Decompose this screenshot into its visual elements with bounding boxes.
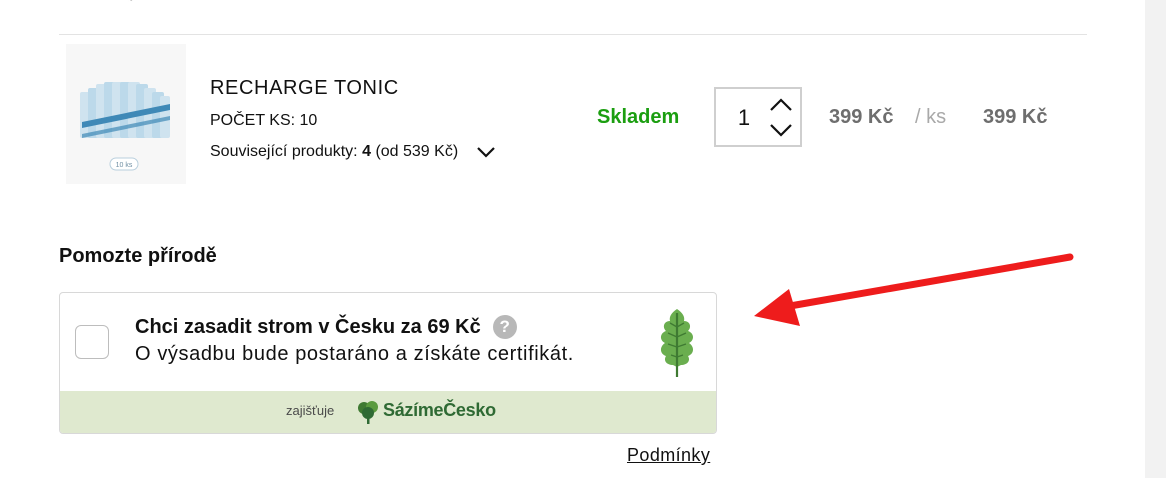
chevron-up-icon[interactable] xyxy=(768,97,794,113)
previous-item-fragment: ◔ xyxy=(128,0,133,5)
product-image[interactable]: 10 ks xyxy=(66,44,186,184)
right-scroll-gutter xyxy=(1145,0,1166,478)
offer-subtitle: O výsadbu bude postaráno a získáte certi… xyxy=(135,343,574,365)
related-products-toggle[interactable]: Související produkty: 4 (od 539 Kč) xyxy=(210,143,496,161)
plant-tree-offer[interactable]: Chci zasadit strom v Česku za 69 Kč ? O … xyxy=(59,292,717,434)
total-price: 399 Kč xyxy=(983,106,1048,128)
chevron-down-icon[interactable] xyxy=(768,122,794,138)
quantity-stepper[interactable]: 1 xyxy=(714,87,802,147)
per-unit-label: / ks xyxy=(915,106,947,128)
package-label: 10 ks xyxy=(116,162,133,169)
related-from-price: (od 539 Kč) xyxy=(375,143,459,160)
row-divider xyxy=(59,34,1087,35)
help-icon[interactable]: ? xyxy=(492,315,517,339)
offer-title: Chci zasadit strom v Česku za 69 Kč xyxy=(135,315,481,338)
product-name[interactable]: RECHARGE TONIC xyxy=(210,77,399,100)
provided-by-label: zajišťuje xyxy=(286,403,335,418)
offer-title-row: Chci zasadit strom v Česku za 69 Kč ? xyxy=(135,315,517,339)
tree-logo-icon xyxy=(358,401,378,424)
stock-status: Skladem xyxy=(597,106,680,128)
unit-price: 399 Kč xyxy=(829,106,894,128)
brand-name: SázímeČesko xyxy=(383,400,496,420)
oak-leaf-icon xyxy=(660,309,694,377)
red-arrow-icon xyxy=(754,253,1074,326)
quantity-value[interactable]: 1 xyxy=(734,105,754,131)
terms-link[interactable]: Podmínky xyxy=(627,445,710,466)
product-pieces: POČET KS: 10 xyxy=(210,112,318,129)
related-count: 4 xyxy=(362,143,371,160)
related-label: Související produkty: xyxy=(210,143,358,160)
plant-tree-checkbox[interactable] xyxy=(75,325,109,359)
chevron-down-icon[interactable] xyxy=(476,145,496,159)
partner-footer: zajišťuje SázímeČesko xyxy=(60,391,716,433)
section-title: Pomozte přírodě xyxy=(59,245,217,267)
